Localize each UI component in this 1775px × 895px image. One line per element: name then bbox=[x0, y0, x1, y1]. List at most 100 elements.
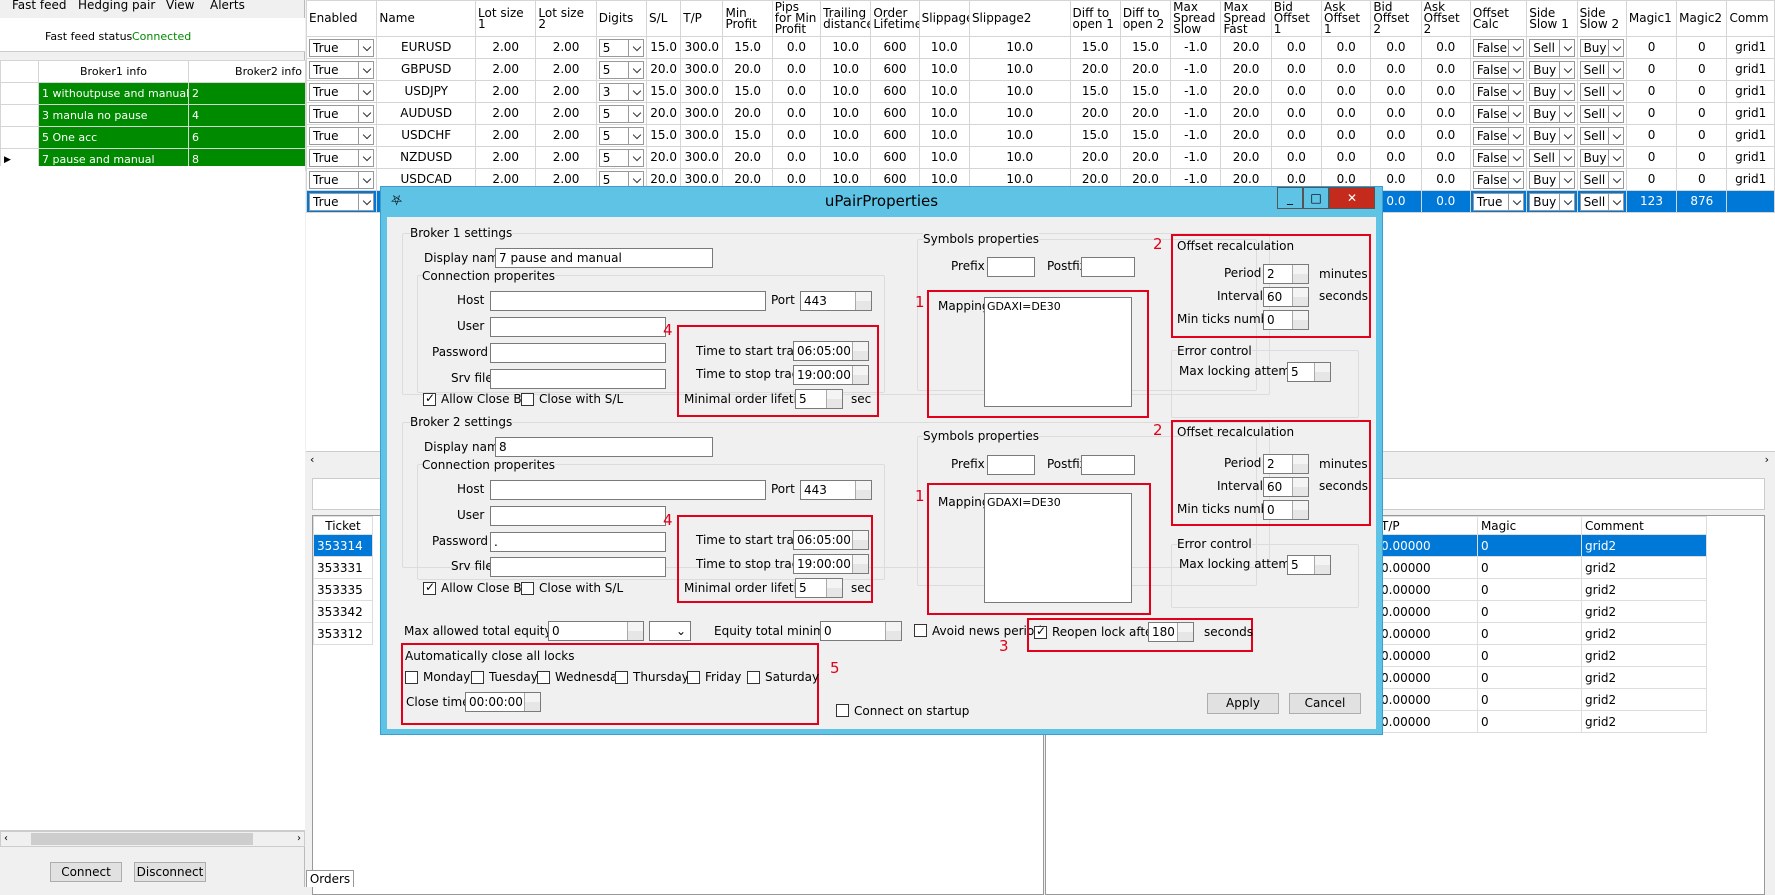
b1-prefix-input[interactable] bbox=[987, 257, 1035, 277]
col-header[interactable]: Bid Offset 2 bbox=[1370, 0, 1422, 37]
accounts-hscrollbar[interactable]: ‹ › bbox=[0, 831, 305, 847]
cell-dropdown[interactable]: Sell bbox=[1529, 38, 1575, 57]
pair-cell[interactable]: 20.0 bbox=[1220, 146, 1272, 169]
pair-row[interactable]: True GBPUSD 2.00 2.00 5 20.0 300.0 20.0 0.0 10.0 6… bbox=[305, 58, 1775, 81]
b1-period-spinner[interactable]: 2 bbox=[1263, 264, 1309, 284]
pair-cell[interactable]: Sell bbox=[1576, 80, 1627, 103]
pair-cell[interactable]: 10.0 bbox=[820, 124, 872, 147]
cell-dropdown[interactable]: False bbox=[1472, 38, 1525, 57]
pair-cell[interactable]: 15.0 bbox=[646, 124, 682, 147]
cell-dropdown[interactable]: 5 bbox=[598, 104, 645, 123]
pair-cell[interactable]: 10.0 bbox=[918, 36, 970, 59]
pair-cell[interactable]: 0.0 bbox=[1370, 36, 1422, 59]
pair-cell[interactable]: 0.0 bbox=[1270, 80, 1323, 103]
col-header[interactable]: Digits bbox=[595, 0, 648, 37]
pair-cell[interactable]: -1.0 bbox=[1170, 36, 1222, 59]
col-header[interactable]: Order Lifetime bbox=[870, 0, 920, 37]
cell-dropdown[interactable]: True bbox=[309, 126, 375, 145]
b2-srv-input[interactable] bbox=[490, 557, 666, 577]
col-header[interactable]: T/P bbox=[680, 0, 724, 37]
pair-cell[interactable]: 15.0 bbox=[646, 36, 682, 59]
pair-cell[interactable]: Buy bbox=[1526, 168, 1578, 191]
order-cell[interactable]: 0 bbox=[1476, 534, 1583, 557]
col-header[interactable]: Magic1 bbox=[1625, 0, 1678, 37]
order-row[interactable]: 353335 bbox=[313, 578, 373, 601]
pair-cell[interactable]: 0.0 bbox=[771, 124, 822, 147]
order-cell[interactable]: 0 bbox=[1476, 600, 1583, 623]
pair-cell[interactable]: 300.0 bbox=[680, 80, 724, 103]
col-header[interactable]: Diff to open 1 bbox=[1069, 0, 1121, 37]
col-header[interactable]: Ask Offset 1 bbox=[1321, 0, 1372, 37]
pair-cell[interactable]: 10.0 bbox=[918, 80, 970, 103]
cell-dropdown[interactable]: True bbox=[309, 170, 375, 189]
maximize-button[interactable]: □ bbox=[1303, 187, 1329, 209]
col-header[interactable]: Diff to open 2 bbox=[1119, 0, 1172, 37]
pair-cell[interactable]: Sell bbox=[1576, 124, 1627, 147]
pair-cell[interactable]: grid1 bbox=[1726, 168, 1775, 191]
b2-user-input[interactable] bbox=[490, 506, 666, 526]
pair-cell[interactable]: 0.0 bbox=[1321, 124, 1372, 147]
col-broker2-header[interactable]: Broker2 info bbox=[188, 60, 306, 83]
scroll-right-icon[interactable]: › bbox=[297, 833, 301, 844]
pair-cell[interactable]: grid1 bbox=[1726, 124, 1775, 147]
b1-postfix-input[interactable] bbox=[1081, 257, 1135, 277]
pair-cell[interactable]: 0 bbox=[1676, 58, 1728, 81]
pair-cell[interactable]: grid1 bbox=[1726, 58, 1775, 81]
pair-cell[interactable]: 2.00 bbox=[535, 36, 597, 59]
b1-mapping-textarea[interactable]: GDAXI=DE30 bbox=[984, 297, 1132, 407]
connect-startup-checkbox[interactable] bbox=[836, 704, 849, 717]
pair-cell[interactable]: 15.0 bbox=[1069, 36, 1121, 59]
pair-cell[interactable]: 0.0 bbox=[1420, 36, 1471, 59]
pair-cell[interactable]: Buy bbox=[1526, 102, 1578, 125]
order-cell[interactable]: 0.00000 bbox=[1377, 578, 1478, 601]
order-cell[interactable]: grid2 bbox=[1581, 600, 1707, 623]
pair-cell[interactable]: 20.0 bbox=[646, 58, 682, 81]
pair-cell[interactable]: 0 bbox=[1625, 102, 1678, 125]
b1-close-sl-checkbox[interactable] bbox=[521, 393, 534, 406]
avoid-news-checkbox[interactable] bbox=[914, 624, 927, 637]
cell-dropdown[interactable]: 5 bbox=[598, 148, 645, 167]
pair-cell[interactable]: 10.0 bbox=[820, 58, 872, 81]
cell-dropdown[interactable]: False bbox=[1472, 82, 1525, 101]
b2-port-spinner[interactable]: 443 bbox=[800, 480, 872, 500]
pair-cell[interactable]: grid1 bbox=[1726, 146, 1775, 169]
cell-dropdown[interactable]: True bbox=[1472, 192, 1525, 211]
order-cell[interactable]: 0.00000 bbox=[1377, 666, 1478, 689]
account-row[interactable]: 1 withoutpuse and manual 2 bbox=[0, 82, 306, 105]
order-cell[interactable]: grid2 bbox=[1581, 710, 1707, 733]
pair-cell[interactable]: False bbox=[1469, 80, 1528, 103]
pair-cell[interactable]: 0.0 bbox=[1321, 36, 1372, 59]
pair-cell[interactable]: 2.00 bbox=[475, 80, 537, 103]
pair-cell[interactable]: 20.0 bbox=[1069, 146, 1121, 169]
pair-cell[interactable]: 10.0 bbox=[820, 80, 872, 103]
cell-dropdown[interactable]: True bbox=[309, 148, 375, 167]
order-cell[interactable]: 0 bbox=[1476, 644, 1583, 667]
cell-dropdown[interactable]: Buy bbox=[1579, 38, 1624, 57]
pair-cell[interactable]: 2.00 bbox=[475, 36, 537, 59]
cell-dropdown[interactable]: False bbox=[1472, 170, 1525, 189]
pair-cell[interactable]: 10.0 bbox=[820, 36, 872, 59]
b2-close-sl-checkbox[interactable] bbox=[521, 582, 534, 595]
b1-allow-close-checkbox[interactable] bbox=[423, 391, 436, 406]
pair-cell[interactable]: 0.0 bbox=[1420, 80, 1471, 103]
pair-cell[interactable]: True bbox=[305, 124, 378, 147]
col-header[interactable]: Min Profit bbox=[722, 0, 773, 37]
pair-cell[interactable]: False bbox=[1469, 58, 1528, 81]
pair-cell[interactable]: 0.0 bbox=[1270, 146, 1323, 169]
b2-prefix-input[interactable] bbox=[987, 455, 1035, 475]
ticket-cell[interactable]: 353331 bbox=[313, 556, 373, 579]
pair-cell[interactable]: 20.0 bbox=[1220, 58, 1272, 81]
pair-cell[interactable]: 0.0 bbox=[771, 58, 822, 81]
cell-dropdown[interactable]: 5 bbox=[598, 38, 645, 57]
pair-cell[interactable]: 876 bbox=[1676, 190, 1728, 213]
minimize-button[interactable]: _ bbox=[1277, 187, 1303, 209]
pair-cell[interactable]: 10.0 bbox=[968, 124, 1071, 147]
pair-cell[interactable]: 20.0 bbox=[1220, 102, 1272, 125]
col-header[interactable]: Offset Calc bbox=[1469, 0, 1528, 37]
pair-cell[interactable]: 20.0 bbox=[722, 146, 773, 169]
order-cell[interactable]: 0 bbox=[1476, 666, 1583, 689]
pair-cell[interactable]: 0.0 bbox=[1370, 102, 1422, 125]
order-cell[interactable]: grid2 bbox=[1581, 688, 1707, 711]
pair-cell[interactable]: True bbox=[305, 80, 378, 103]
pair-cell[interactable]: 20.0 bbox=[1119, 102, 1172, 125]
